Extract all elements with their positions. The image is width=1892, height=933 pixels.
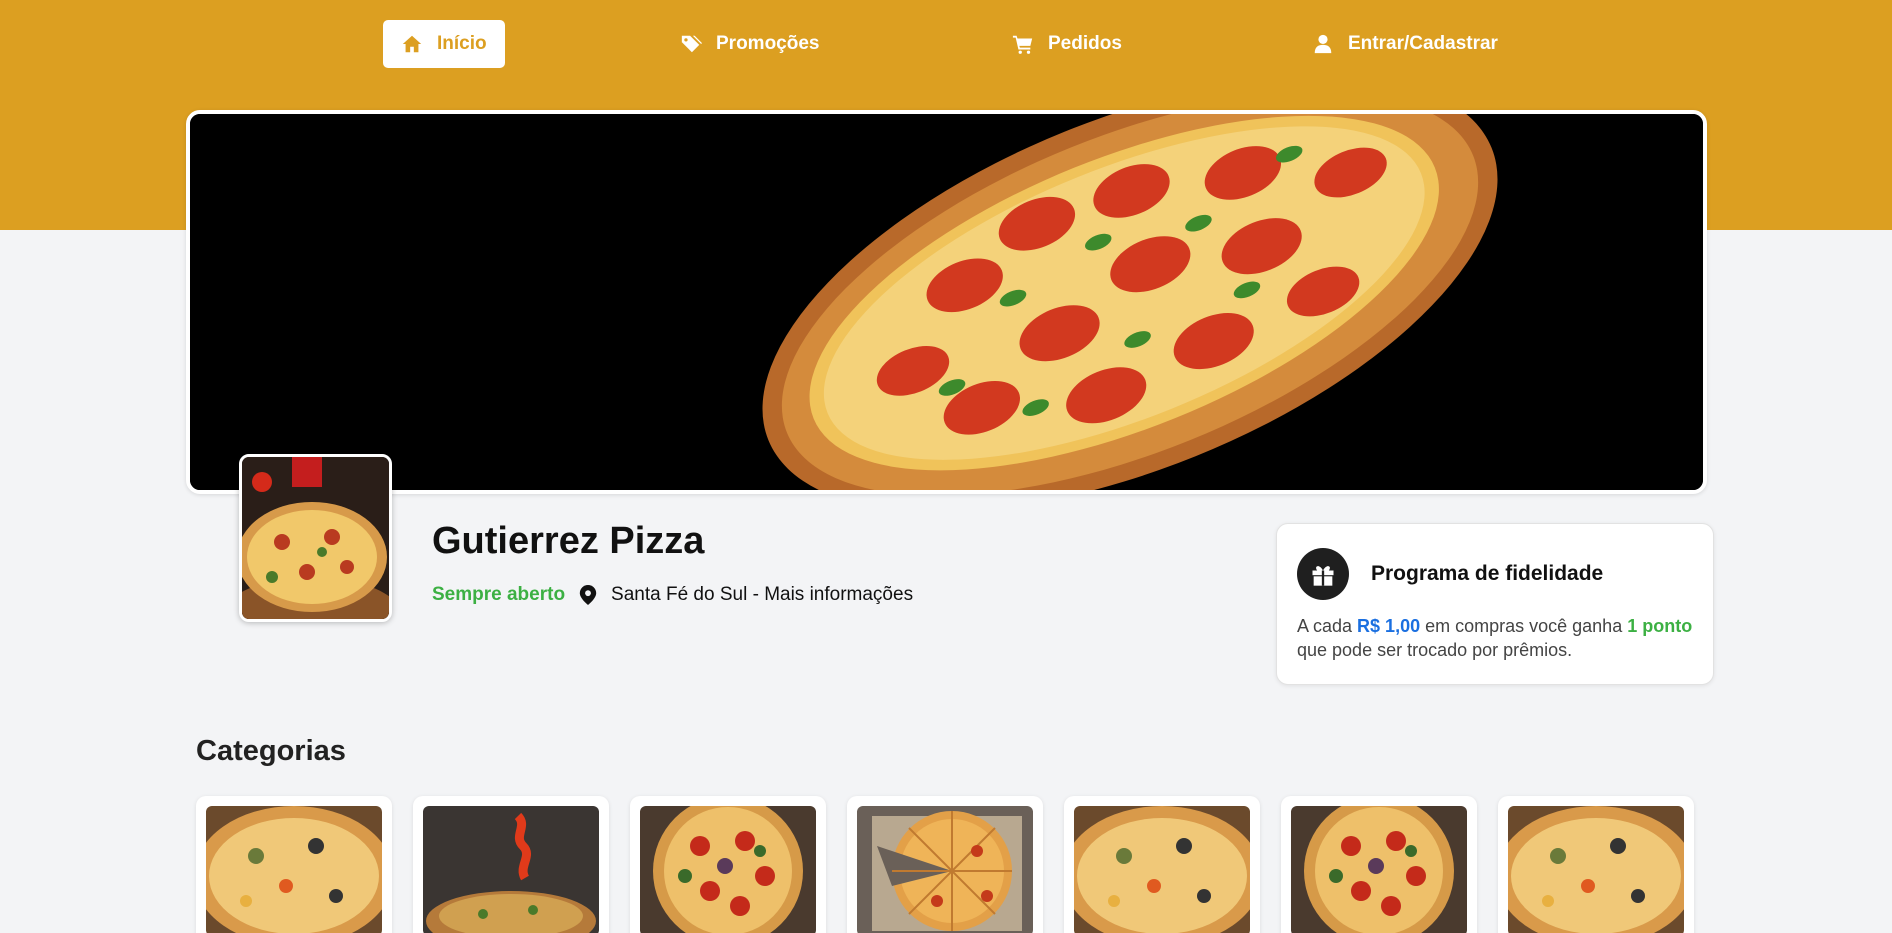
nav-label-orders: Pedidos <box>1048 33 1122 54</box>
category-image <box>1074 806 1250 933</box>
nav-label-home: Início <box>437 33 487 54</box>
loyalty-header: Programa de fidelidade <box>1297 548 1693 600</box>
category-image <box>423 806 599 933</box>
tags-icon <box>681 35 702 53</box>
gift-icon <box>1297 548 1349 600</box>
category-card[interactable] <box>847 796 1043 933</box>
category-image <box>206 806 382 933</box>
category-image <box>1291 806 1467 933</box>
category-card[interactable] <box>413 796 609 933</box>
loyalty-title: Programa de fidelidade <box>1371 562 1604 585</box>
category-image <box>640 806 816 933</box>
nav-item-promotions[interactable]: Promoções <box>680 20 819 68</box>
category-card[interactable] <box>1498 796 1694 933</box>
home-icon <box>402 35 422 53</box>
cover-banner-image <box>186 110 1707 494</box>
category-card[interactable] <box>630 796 826 933</box>
location-link[interactable]: Santa Fé do Sul - Mais informações <box>579 584 913 606</box>
category-image <box>857 806 1033 933</box>
map-pin-icon <box>579 585 597 605</box>
nav-label-login: Entrar/Cadastrar <box>1348 33 1498 54</box>
loyalty-points: 1 ponto <box>1627 616 1693 636</box>
category-card[interactable] <box>1064 796 1260 933</box>
category-card[interactable] <box>1281 796 1477 933</box>
store-meta: Sempre aberto Santa Fé do Sul - Mais inf… <box>432 584 913 606</box>
categories-title: Categorias <box>196 735 346 767</box>
location-text: Santa Fé do Sul - Mais informações <box>611 584 914 605</box>
open-status: Sempre aberto <box>432 584 566 605</box>
cart-icon <box>1012 35 1033 54</box>
loyalty-text-suffix: que pode ser trocado por prêmios. <box>1297 640 1573 660</box>
loyalty-text-middle: em compras você ganha <box>1420 616 1628 636</box>
nav-item-login[interactable]: Entrar/Cadastrar <box>1312 20 1498 68</box>
nav-item-orders[interactable]: Pedidos <box>1012 20 1122 68</box>
store-logo <box>239 454 392 622</box>
user-icon <box>1314 34 1332 54</box>
loyalty-card: Programa de fidelidade A cada R$ 1,00 em… <box>1276 523 1714 685</box>
loyalty-description: A cada R$ 1,00 em compras você ganha 1 p… <box>1297 614 1693 662</box>
nav-label-promotions: Promoções <box>716 33 820 54</box>
nav-item-home[interactable]: Início <box>383 20 505 68</box>
category-card[interactable] <box>196 796 392 933</box>
loyalty-text-prefix: A cada <box>1297 616 1358 636</box>
category-image <box>1508 806 1684 933</box>
top-navigation: Início Promoções Pedidos Entrar/Cadastra… <box>0 20 1892 68</box>
store-name: Gutierrez Pizza <box>432 520 705 562</box>
loyalty-amount: R$ 1,00 <box>1357 616 1421 636</box>
